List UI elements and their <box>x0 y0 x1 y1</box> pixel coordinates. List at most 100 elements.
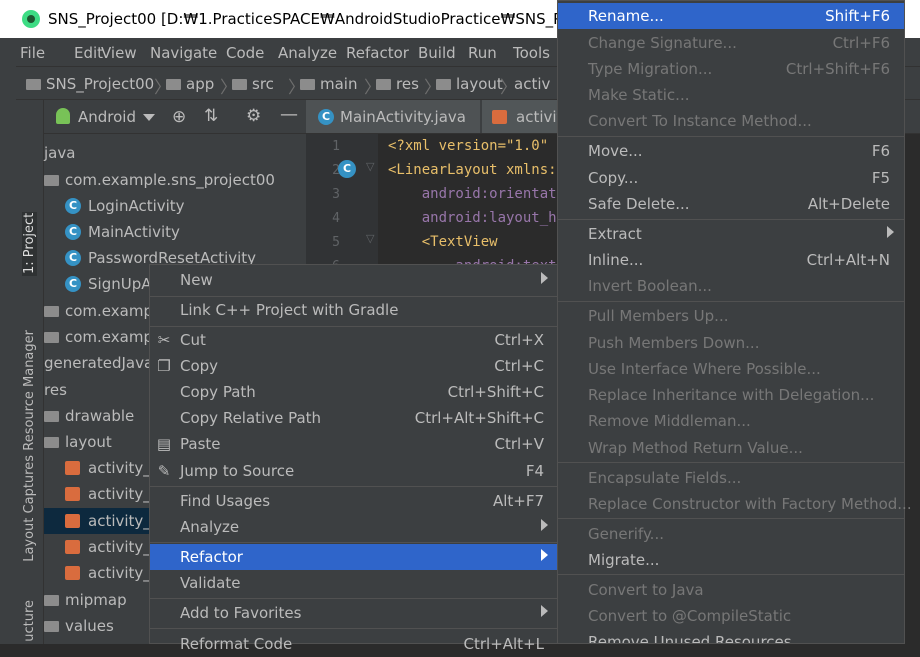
menu-item-convert-to-java[interactable]: Convert to Java <box>558 577 904 603</box>
tool-tab-resource-manager[interactable]: Resource Manager <box>22 330 37 451</box>
menu-item-copy[interactable]: ❐ Copy Ctrl+C <box>150 353 558 379</box>
tab-mainactivity[interactable]: C MainActivity.java <box>306 100 480 133</box>
menu-tools[interactable]: Tools <box>513 44 550 62</box>
menu-item-pull-members-up[interactable]: Pull Members Up... <box>558 303 904 329</box>
breadcrumb-main[interactable]: main <box>300 75 357 93</box>
menu-item-invert-boolean[interactable]: Invert Boolean... <box>558 273 904 299</box>
menu-item-remove-unused-resources[interactable]: Remove Unused Resources... <box>558 629 904 643</box>
submenu-arrow-icon <box>541 549 548 561</box>
menu-item-type-migration[interactable]: Type Migration... Ctrl+Shift+F6 <box>558 56 904 82</box>
submenu-arrow-icon <box>541 519 548 531</box>
menu-item-extract[interactable]: Extract <box>558 221 904 247</box>
menu-separator <box>558 301 904 302</box>
tree-item[interactable]: C LoginActivity <box>44 193 306 219</box>
folder-icon <box>44 595 59 606</box>
breadcrumb-file[interactable]: activ <box>514 75 550 93</box>
gear-icon[interactable]: ⚙ <box>246 106 261 126</box>
locate-icon[interactable]: ⊕ <box>172 107 186 127</box>
chevron-down-icon[interactable] <box>143 114 155 121</box>
menu-item-inline[interactable]: Inline... Ctrl+Alt+N <box>558 247 904 273</box>
menu-item-copy-relative-path[interactable]: Copy Relative Path Ctrl+Alt+Shift+C <box>150 405 558 431</box>
menu-item-new[interactable]: New <box>150 267 558 293</box>
menu-separator <box>150 542 558 543</box>
resource-folder-icon <box>376 79 391 90</box>
menu-item-find-usages[interactable]: Find Usages Alt+F7 <box>150 488 558 514</box>
tree-item[interactable]: java <box>44 140 306 166</box>
breadcrumb-res[interactable]: res <box>376 75 419 93</box>
layout-file-icon <box>65 461 80 475</box>
fold-icon[interactable]: ▽ <box>366 232 374 245</box>
menu-item-replace-inheritance[interactable]: Replace Inheritance with Delegation... <box>558 382 904 408</box>
menu-build[interactable]: Build <box>418 44 456 62</box>
code-line: <LinearLayout xmlns:an <box>388 162 574 178</box>
window-title: SNS_Project00 [D:₩1.PracticeSPACE₩Androi… <box>48 10 624 28</box>
left-window-edge <box>0 38 16 644</box>
menu-item-jump-to-source[interactable]: ✎ Jump to Source F4 <box>150 458 558 484</box>
breadcrumb-layout[interactable]: layout <box>436 75 503 93</box>
menu-item-safe-delete[interactable]: Safe Delete... Alt+Delete <box>558 191 904 217</box>
tool-tab-layout-captures[interactable]: Layout Captures <box>22 455 37 562</box>
menu-code[interactable]: Code <box>226 44 264 62</box>
menu-item-link-cpp[interactable]: Link C++ Project with Gradle <box>150 297 558 323</box>
menu-item-remove-middleman[interactable]: Remove Middleman... <box>558 408 904 434</box>
folder-icon <box>44 411 59 422</box>
tree-item[interactable]: C MainActivity <box>44 219 306 245</box>
menu-item-generify[interactable]: Generify... <box>558 521 904 547</box>
menu-item-validate[interactable]: Validate <box>150 570 558 596</box>
menu-edit[interactable]: Edit <box>74 44 103 62</box>
menu-separator <box>558 574 904 575</box>
code-line: <?xml version="1.0" en <box>388 138 574 154</box>
menu-item-copy-path[interactable]: Copy Path Ctrl+Shift+C <box>150 379 558 405</box>
hide-panel-icon[interactable]: — <box>280 104 298 125</box>
menu-item-analyze[interactable]: Analyze <box>150 514 558 540</box>
fold-icon[interactable]: ▽ <box>366 160 374 173</box>
menu-item-migrate[interactable]: Migrate... <box>558 547 904 573</box>
menu-item-rename[interactable]: Rename... Shift+F6 <box>558 3 904 29</box>
menu-item-move[interactable]: Move... F6 <box>558 138 904 164</box>
tool-tab-project[interactable]: 1: Project <box>22 212 37 276</box>
folder-icon <box>44 437 59 448</box>
menu-file[interactable]: File <box>20 44 45 62</box>
project-view-selector[interactable]: Android <box>78 108 136 126</box>
menu-view[interactable]: View <box>101 44 137 62</box>
menu-separator <box>558 462 904 463</box>
tool-tab-structure[interactable]: ucture <box>22 600 37 642</box>
project-context-menu: New Link C++ Project with Gradle ✂ Cut Ctr… <box>149 264 559 653</box>
class-gutter-icon[interactable]: C <box>338 160 356 178</box>
menu-item-copy-refactor[interactable]: Copy... F5 <box>558 165 904 191</box>
menu-item-reformat-code[interactable]: Reformat Code Ctrl+Alt+L <box>150 631 558 657</box>
menu-item-convert-to-instance-method[interactable]: Convert To Instance Method... <box>558 108 904 134</box>
submenu-arrow-icon <box>541 605 548 617</box>
menu-item-make-static[interactable]: Make Static... <box>558 82 904 108</box>
menu-item-replace-constructor[interactable]: Replace Constructor with Factory Method.… <box>558 491 912 517</box>
breadcrumb-app[interactable]: app <box>166 75 214 93</box>
menu-item-convert-compile-static[interactable]: Convert to @CompileStatic <box>558 603 904 629</box>
code-line: <TextView <box>388 234 498 250</box>
menu-item-encapsulate-fields[interactable]: Encapsulate Fields... <box>558 465 904 491</box>
menu-separator <box>150 628 558 629</box>
menu-item-use-interface[interactable]: Use Interface Where Possible... <box>558 356 904 382</box>
menu-item-push-members-down[interactable]: Push Members Down... <box>558 330 904 356</box>
breadcrumb-src[interactable]: src <box>232 75 274 93</box>
refactor-submenu: Rename... Shift+F6 Change Signature... Ctr… <box>557 0 912 644</box>
class-icon: C <box>65 198 81 214</box>
folder-icon <box>232 79 247 90</box>
menu-refactor[interactable]: Refactor <box>346 44 409 62</box>
menu-run[interactable]: Run <box>468 44 497 62</box>
code-line: android:layout_he <box>388 210 566 226</box>
menu-item-change-signature[interactable]: Change Signature... Ctrl+F6 <box>558 30 904 56</box>
breadcrumb-project[interactable]: SNS_Project00 <box>26 75 154 93</box>
collapse-all-icon[interactable]: ⇅ <box>204 106 218 126</box>
menu-item-wrap-method-return[interactable]: Wrap Method Return Value... <box>558 435 904 461</box>
menu-item-cut[interactable]: ✂ Cut Ctrl+X <box>150 327 558 353</box>
menu-separator <box>558 136 904 137</box>
menu-navigate[interactable]: Navigate <box>150 44 217 62</box>
folder-icon <box>300 79 315 90</box>
menu-item-refactor[interactable]: Refactor <box>150 544 558 570</box>
menu-item-paste[interactable]: ▤ Paste Ctrl+V <box>150 431 558 457</box>
menu-analyze[interactable]: Analyze <box>278 44 337 62</box>
tree-item[interactable]: com.example.sns_project00 <box>44 167 306 193</box>
android-studio-logo-icon <box>22 10 40 28</box>
menu-item-add-to-favorites[interactable]: Add to Favorites <box>150 600 558 626</box>
package-icon <box>44 306 59 317</box>
